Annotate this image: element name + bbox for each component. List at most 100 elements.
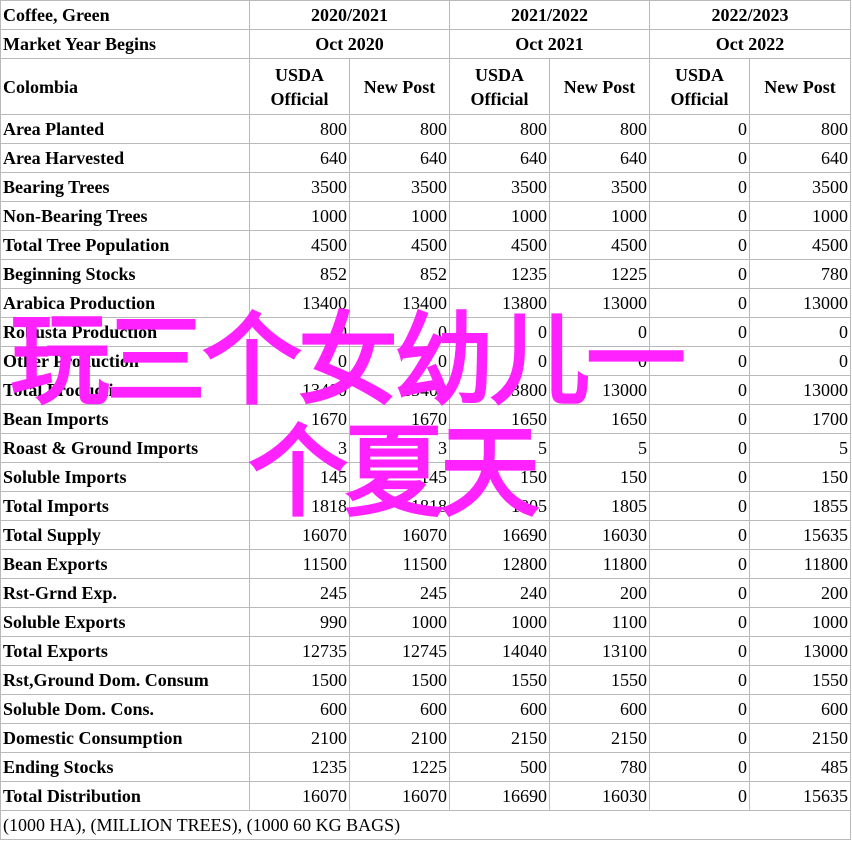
value-cell: 1000 [749,607,852,637]
value-cell: 3500 [449,172,551,202]
value-cell: 1000 [549,201,651,231]
value-cell: 13000 [549,375,651,405]
value-cell: 1550 [449,665,551,695]
table-row: Domestic Consumption 2100 2100 2150 2150 0 215… [0,723,852,753]
value-cell: 0 [649,752,751,782]
value-cell: 4500 [749,230,852,260]
value-cell: 240 [449,578,551,608]
row-label: Total Tree Population [0,230,250,260]
value-cell: 600 [549,694,651,724]
table-row: Total Distribution 16070 16070 16690 16030 0 1… [0,781,852,811]
usda-official-header: USDA Official [449,58,551,115]
value-cell: 2100 [348,723,451,753]
row-label: Bean Imports [0,404,250,434]
table-row: Rst-Grnd Exp. 245 245 240 200 0 200 [0,578,852,608]
value-cell: 4500 [348,230,451,260]
table-row: Total Production 13400 13400 13800 13000 0 130… [0,375,852,405]
value-cell: 13000 [749,375,852,405]
row-label: Area Planted [0,114,250,144]
value-cell: 13400 [249,288,350,318]
official-text: Official [270,88,329,109]
year-header: 2022/2023 [649,0,852,30]
value-cell: 0 [649,346,751,376]
begin-header: Oct 2022 [649,29,852,59]
new-post-header: New Post [549,58,651,115]
value-cell: 1225 [549,259,651,289]
value-cell: 852 [249,259,350,289]
value-cell: 1700 [749,404,852,434]
value-cell: 640 [249,143,350,173]
value-cell: 1818 [249,491,350,521]
value-cell: 1550 [749,665,852,695]
header-row-begins: Market Year Begins Oct 2020 Oct 2021 Oct… [0,29,852,59]
new-post-header: New Post [749,58,852,115]
row-label: Other Production [0,346,250,376]
value-cell: 1650 [449,404,551,434]
value-cell: 640 [549,143,651,173]
new-post-header: New Post [348,58,451,115]
value-cell: 0 [649,317,751,347]
row-label: Total Supply [0,520,250,550]
value-cell: 200 [549,578,651,608]
value-cell: 3500 [549,172,651,202]
value-cell: 0 [649,723,751,753]
value-cell: 1000 [449,201,551,231]
value-cell: 2150 [549,723,651,753]
row-label: Roast & Ground Imports [0,433,250,463]
market-year-label: Market Year Begins [0,29,250,59]
table-row: Total Tree Population 4500 4500 4500 4500 0 45… [0,230,852,260]
value-cell: 1235 [449,259,551,289]
value-cell: 3500 [749,172,852,202]
value-cell: 145 [348,462,451,492]
document-page: Coffee, Green 2020/2021 2021/2022 2022/2… [0,0,852,841]
value-cell: 0 [749,346,852,376]
value-cell: 0 [649,636,751,666]
units-note: (1000 HA), (MILLION TREES), (1000 60 KG … [0,810,852,840]
table-row: Area Planted 800 800 800 800 0 800 [0,114,852,144]
row-label: Robusta Production [0,317,250,347]
value-cell: 600 [249,694,350,724]
value-cell: 4500 [549,230,651,260]
table-row: Arabica Production 13400 13400 13800 13000 0 1… [0,288,852,318]
table-row: Non-Bearing Trees 1000 1000 1000 1000 0 1000 [0,201,852,231]
value-cell: 800 [249,114,350,144]
value-cell: 0 [749,317,852,347]
value-cell: 0 [348,317,451,347]
value-cell: 640 [348,143,451,173]
row-label: Total Imports [0,491,250,521]
value-cell: 0 [649,172,751,202]
value-cell: 990 [249,607,350,637]
value-cell: 0 [449,317,551,347]
value-cell: 0 [249,346,350,376]
value-cell: 0 [649,665,751,695]
value-cell: 1670 [348,404,451,434]
value-cell: 13400 [348,375,451,405]
value-cell: 2150 [749,723,852,753]
value-cell: 0 [649,462,751,492]
value-cell: 150 [749,462,852,492]
value-cell: 600 [348,694,451,724]
value-cell: 13000 [549,288,651,318]
value-cell: 13000 [749,636,852,666]
usda-official-header: USDA Official [249,58,350,115]
value-cell: 5 [549,433,651,463]
table-row: Total Imports 1818 1818 1805 1805 0 1855 [0,491,852,521]
value-cell: 16070 [348,781,451,811]
value-cell: 0 [649,114,751,144]
value-cell: 1000 [348,201,451,231]
value-cell: 800 [449,114,551,144]
value-cell: 11500 [249,549,350,579]
value-cell: 150 [449,462,551,492]
value-cell: 800 [749,114,852,144]
value-cell: 4500 [249,230,350,260]
row-label: Non-Bearing Trees [0,201,250,231]
value-cell: 1818 [348,491,451,521]
row-label: Total Production [0,375,250,405]
header-row-years: Coffee, Green 2020/2021 2021/2022 2022/2… [0,0,852,30]
official-text: Official [670,88,729,109]
value-cell: 13400 [348,288,451,318]
value-cell: 0 [649,433,751,463]
value-cell: 1670 [249,404,350,434]
value-cell: 13000 [749,288,852,318]
row-label: Rst-Grnd Exp. [0,578,250,608]
